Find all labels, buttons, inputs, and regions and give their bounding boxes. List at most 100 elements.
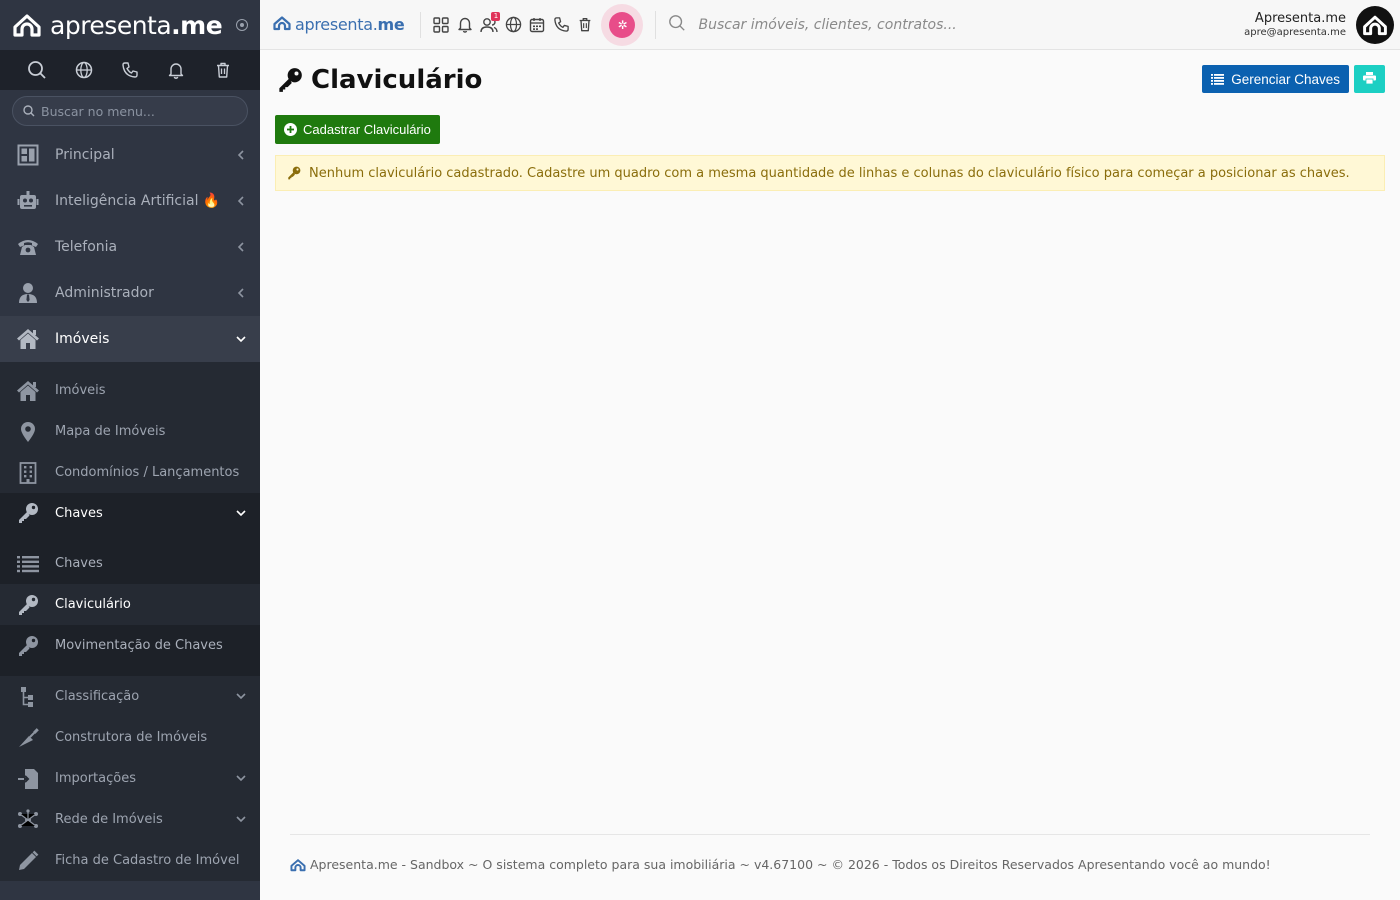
search-icon[interactable] [26,59,48,81]
apresenta-logo-icon [290,858,306,872]
user-tie-icon [16,281,40,305]
users-icon[interactable]: 1 [477,11,501,37]
sidebar-subitem-label: Mapa de Imóveis [55,424,166,439]
sparkle-icon: ✲ [609,11,636,38]
sidebar-subitem-chaves[interactable]: Chaves [0,493,260,533]
sidebar-brand[interactable]: apresenta.me [0,0,260,50]
sidebar-subitem-label: Classificação [55,689,140,704]
sidebar-subitem-imoveis[interactable]: Imóveis [0,370,260,411]
user-email: apre@apresenta.me [1244,27,1346,38]
bell-icon[interactable] [165,59,187,81]
topbar-logo[interactable]: apresenta.me [260,11,422,38]
sidebar-subitem-importacoes[interactable]: Importações [0,758,260,799]
topbar: apresenta.me 1 ✲ Apresenta.me apre@apres… [260,0,1400,50]
sidebar-search-input[interactable] [41,103,231,119]
sidebar-subitem-label: Imóveis [55,383,106,398]
page-title: Claviculário [275,65,482,95]
key-icon [16,593,40,617]
global-search-input[interactable] [698,16,1119,33]
bell-icon[interactable] [453,13,477,37]
chevron-down-icon [236,689,246,704]
network-icon [16,808,40,832]
chevron-down-icon [236,334,246,344]
empty-state-alert: Nenhum claviculário cadastrado. Cadastre… [275,155,1385,191]
sidebar-subitem-construtora[interactable]: Construtora de Imóveis [0,717,260,758]
printer-icon [1363,71,1376,87]
page-actions: Gerenciar Chaves [1202,65,1385,93]
sidebar-subitem-chaves-list[interactable]: Chaves [0,543,260,584]
plus-circle-icon [284,123,297,136]
sidebar-subitem-ficha-de-cadastro[interactable]: Ficha de Cadastro de Imóvel [0,840,260,881]
sidebar-subitem-label: Ficha de Cadastro de Imóvel [55,853,240,868]
sidebar-item-inteligencia-artificial[interactable]: Inteligência Artificial 🔥 [0,178,260,224]
alert-text: Nenhum claviculário cadastrado. Cadastre… [309,165,1350,181]
globe-icon[interactable] [73,59,95,81]
user-info[interactable]: Apresenta.me apre@apresenta.me [1244,11,1346,38]
phone-icon[interactable] [119,59,141,81]
telephone-icon [16,235,40,259]
sidebar-item-label: Telefonia [55,239,118,255]
key-icon [16,501,40,525]
sidebar-toggle-icon[interactable] [236,19,248,31]
topbar-logo-text: apresenta.me [295,15,405,34]
sidebar-subitem-label: Construtora de Imóveis [55,730,208,745]
trash-icon[interactable] [573,13,597,37]
globe-icon[interactable] [501,13,525,37]
sidebar-subitem-classificacao[interactable]: Classificação [0,676,260,717]
sidebar-subitem-label: Rede de Imóveis [55,812,163,827]
chevron-down-icon [236,812,246,827]
chaves-submenu: Chaves Claviculário Movimentação de Chav… [0,533,260,676]
search-icon [23,102,35,121]
avatar[interactable] [1356,5,1394,44]
phone-icon[interactable] [549,13,573,37]
sidebar-subitem-label: Chaves [55,505,103,521]
import-icon [16,767,40,791]
sidebar-item-label: Inteligência Artificial 🔥 [55,193,221,209]
sidebar-subitem-mapa-de-imoveis[interactable]: Mapa de Imóveis [0,411,260,452]
page-header: Claviculário Gerenciar Chaves [275,50,1385,110]
footer-text: Apresenta.me - Sandbox ~ O sistema compl… [310,857,1271,872]
chevron-down-icon [236,506,246,521]
sidebar-subitem-label: Claviculário [55,597,131,612]
add-claviculario-label: Cadastrar Claviculário [303,122,431,137]
manage-keys-label: Gerenciar Chaves [1231,71,1340,87]
ai-assistant-button[interactable]: ✲ [601,3,644,46]
key-icon [16,634,40,658]
topbar-icons: 1 ✲ [421,0,655,49]
print-button[interactable] [1354,65,1385,93]
sidebar-item-telefonia[interactable]: Telefonia [0,224,260,270]
sidebar-item-imoveis[interactable]: Imóveis [0,316,260,362]
dashboard-icon [16,143,40,167]
global-search [655,10,1244,39]
sidebar-item-principal[interactable]: Principal [0,132,260,178]
sidebar-subitem-label: Movimentação de Chaves [55,638,223,653]
sidebar-subitem-condominios[interactable]: Condomínios / Lançamentos [0,452,260,493]
trash-icon[interactable] [212,59,234,81]
trowel-icon [16,726,40,750]
chevron-left-icon [236,288,246,298]
sitemap-icon [16,685,40,709]
sidebar-subitem-movimentacao-de-chaves[interactable]: Movimentação de Chaves [0,625,260,666]
sidebar-subitem-label: Condomínios / Lançamentos [55,465,240,480]
key-icon [287,166,301,180]
notification-badge: 1 [491,11,501,21]
home-icon [16,327,40,351]
page-title-text: Claviculário [311,65,483,95]
sidebar-subitem-rede-de-imoveis[interactable]: Rede de Imóveis [0,799,260,840]
chevron-left-icon [236,242,246,252]
robot-icon [16,189,40,213]
apresenta-logo-icon [273,15,291,35]
sidebar-item-administrador[interactable]: Administrador [0,270,260,316]
sidebar-quick-actions [0,50,260,90]
chevron-left-icon [236,196,246,206]
footer: Apresenta.me - Sandbox ~ O sistema compl… [290,834,1370,872]
home-icon [16,379,40,403]
manage-keys-button[interactable]: Gerenciar Chaves [1202,65,1349,93]
add-claviculario-button[interactable]: Cadastrar Claviculário [275,115,440,144]
main-content: Claviculário Gerenciar Chaves Cadastrar … [260,50,1400,900]
building-icon [16,461,40,485]
chevron-left-icon [236,150,246,160]
calendar-icon[interactable] [525,13,549,37]
sidebar-subitem-clavicularios[interactable]: Claviculário [0,584,260,625]
grid-icon[interactable] [429,13,453,37]
